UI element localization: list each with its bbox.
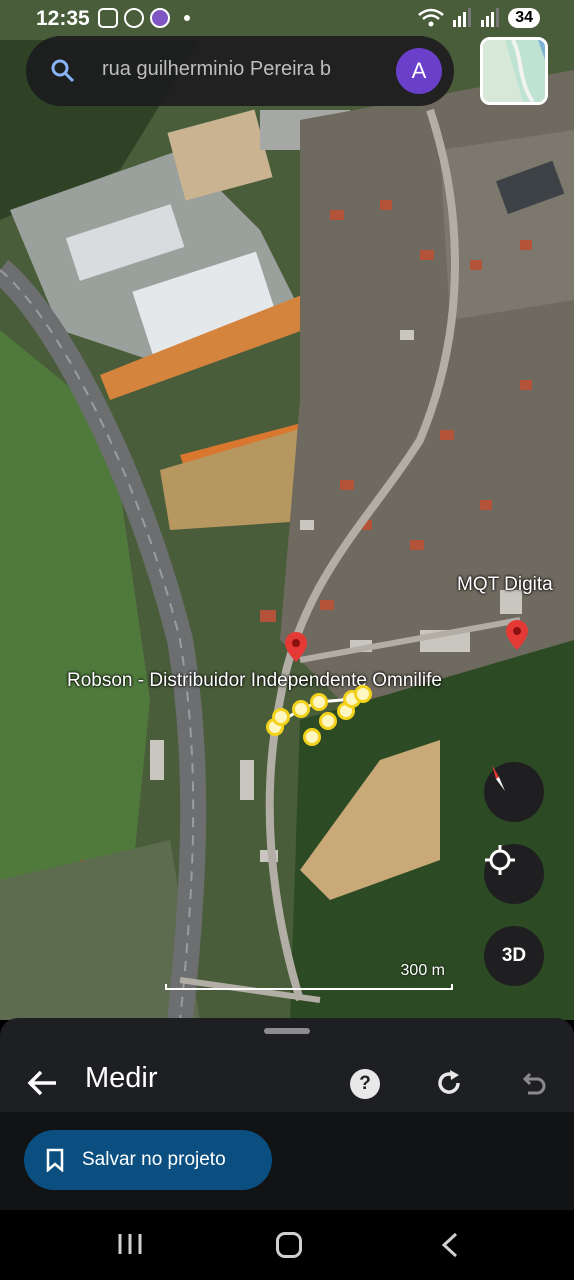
system-icons: 34 (418, 8, 540, 28)
status-time: 12:35 (36, 7, 90, 30)
satellite-map[interactable]: Robson - Distribuidor Independente Omnil… (0, 0, 574, 1020)
undo-icon[interactable] (518, 1068, 548, 1098)
map-layer-thumbnail-icon (483, 40, 545, 102)
place-label-mqt[interactable]: MQT Digita (457, 574, 553, 596)
location-pin-icon[interactable] (506, 620, 528, 650)
measure-point[interactable] (303, 728, 321, 746)
search-bar[interactable]: rua guilherminio Pereira b A (26, 36, 454, 106)
screenshot-icon (98, 8, 118, 28)
crosshair-icon (485, 845, 515, 875)
sheet-actions: Salvar no projeto (0, 1112, 574, 1210)
bookmark-icon (46, 1148, 64, 1172)
measure-point[interactable] (319, 712, 337, 730)
avatar[interactable]: A (396, 48, 442, 94)
home-icon[interactable] (276, 1232, 302, 1258)
my-location-button[interactable] (484, 844, 544, 904)
map-layers-button[interactable] (480, 37, 548, 105)
map-scale: 300 m (165, 962, 453, 990)
back-arrow-icon[interactable] (24, 1064, 62, 1102)
scale-label: 300 m (400, 962, 445, 979)
measure-point[interactable] (292, 700, 310, 718)
compass-button[interactable] (484, 762, 544, 822)
measure-point[interactable] (354, 685, 372, 703)
scale-bar (165, 984, 453, 990)
place-label-robson[interactable]: Robson - Distribuidor Independente Omnil… (67, 670, 442, 692)
system-nav-bar (0, 1210, 574, 1280)
measure-sheet: Medir ? Salvar no projeto (0, 1018, 574, 1210)
compass-icon (492, 765, 505, 791)
sheet-title: Medir (85, 1062, 158, 1094)
wifi-icon (418, 8, 445, 27)
search-input[interactable]: rua guilherminio Pereira b (102, 58, 402, 81)
status-bar: 12:35 34 (0, 0, 574, 38)
save-to-project-label: Salvar no projeto (82, 1149, 226, 1170)
app-notification-icon (150, 8, 170, 28)
measure-point[interactable] (272, 708, 290, 726)
battery-level: 34 (508, 8, 540, 28)
save-to-project-button[interactable]: Salvar no projeto (24, 1130, 272, 1190)
location-pin-icon[interactable] (285, 632, 307, 662)
nav-back-icon[interactable] (440, 1232, 460, 1258)
signal-icon (481, 8, 500, 27)
redo-icon[interactable] (434, 1068, 464, 1098)
help-icon[interactable]: ? (350, 1069, 380, 1099)
signal-icon (453, 8, 472, 27)
toggle-3d-button[interactable]: 3D (484, 926, 544, 986)
measure-point[interactable] (310, 693, 328, 711)
recent-apps-icon[interactable] (117, 1232, 143, 1256)
search-icon[interactable] (50, 58, 76, 84)
drag-handle[interactable] (264, 1028, 310, 1034)
more-notifications-icon (184, 15, 190, 21)
whatsapp-icon (124, 8, 144, 28)
notification-icons (98, 8, 190, 28)
